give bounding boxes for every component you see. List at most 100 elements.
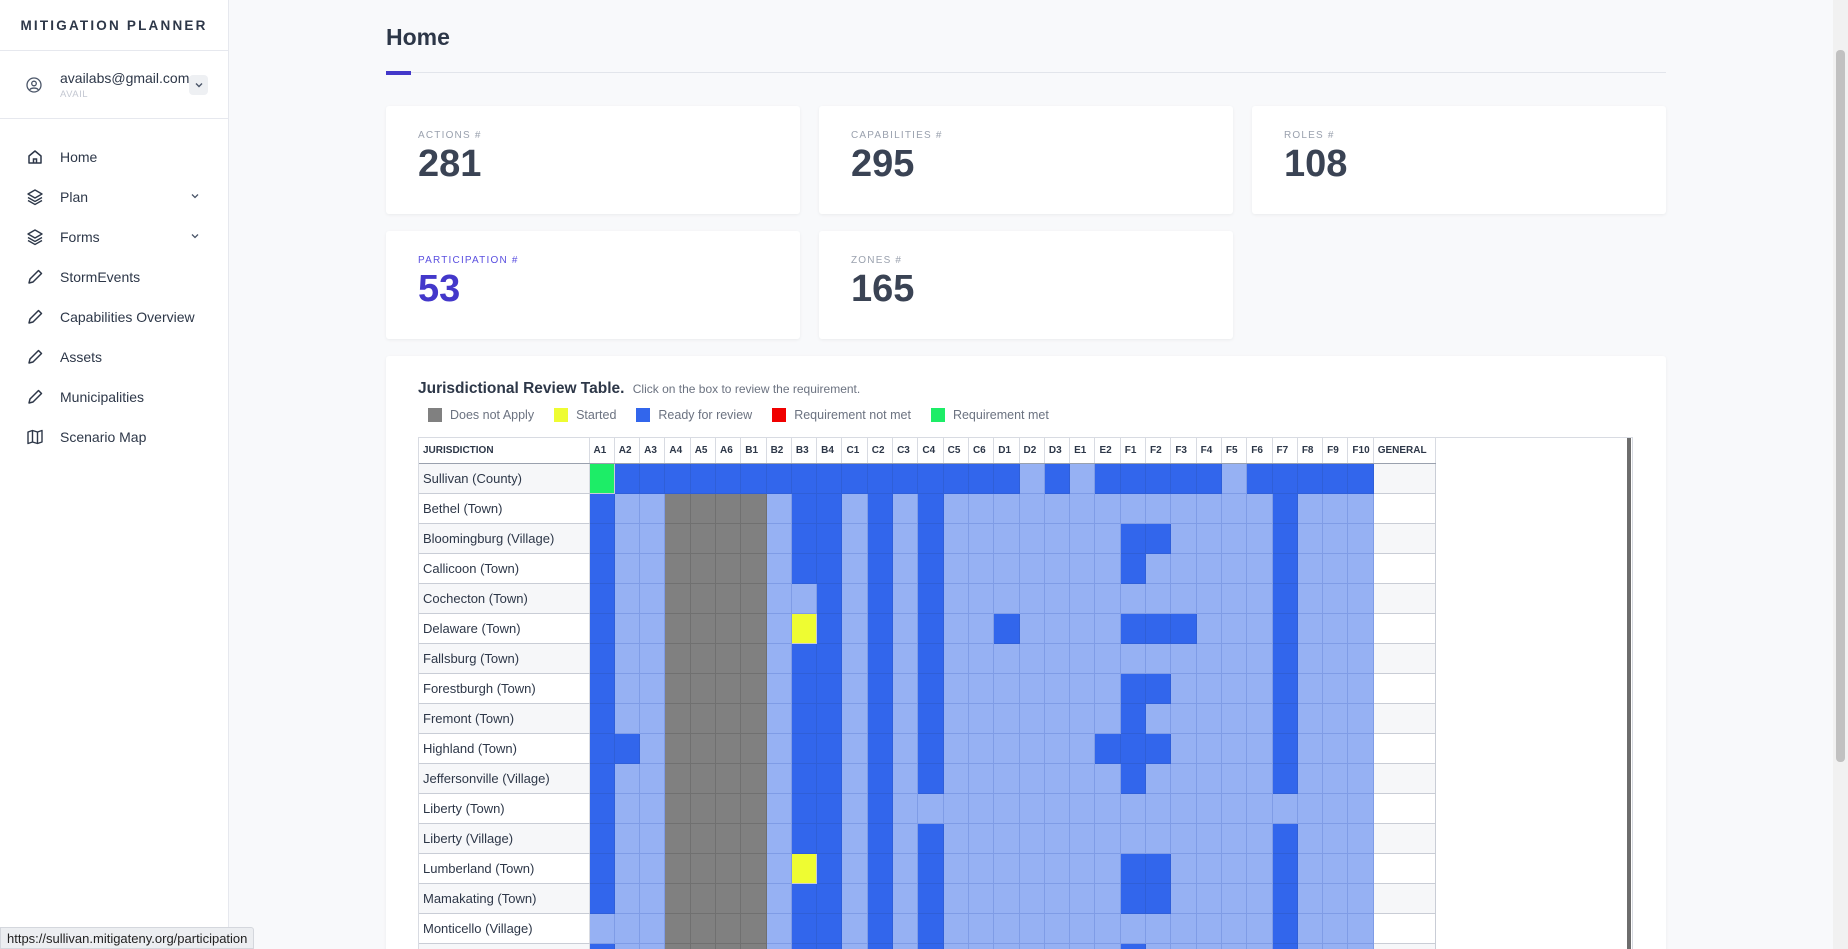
requirement-cell[interactable] [968, 463, 995, 494]
requirement-cell[interactable] [639, 703, 666, 734]
requirement-cell[interactable] [791, 883, 818, 914]
jurisdiction-name[interactable]: Bloomingburg (Village) [419, 523, 590, 554]
requirement-cell[interactable] [1019, 643, 1045, 674]
requirement-cell[interactable] [589, 793, 615, 824]
general-cell[interactable] [1372, 853, 1436, 884]
requirement-cell[interactable] [816, 823, 843, 854]
requirement-cell[interactable] [589, 523, 615, 554]
requirement-cell[interactable] [1120, 853, 1147, 884]
requirement-cell[interactable] [892, 823, 919, 854]
requirement-cell[interactable] [943, 523, 969, 554]
requirement-cell[interactable] [1145, 553, 1172, 584]
requirement-cell[interactable] [1221, 943, 1248, 949]
requirement-cell[interactable] [1170, 553, 1197, 584]
jurisdiction-name[interactable]: Monticello (Village) [419, 913, 590, 944]
requirement-cell[interactable] [1246, 703, 1273, 734]
sidebar-item-assets[interactable]: Assets [0, 337, 228, 377]
requirement-cell[interactable] [614, 793, 641, 824]
requirement-cell[interactable] [1272, 883, 1298, 914]
requirement-cell[interactable] [968, 913, 995, 944]
stat-card-capabilities[interactable]: CAPABILITIES # 295 [819, 106, 1233, 214]
requirement-cell[interactable] [690, 493, 716, 524]
requirement-cell[interactable] [1221, 613, 1248, 644]
requirement-cell[interactable] [892, 583, 919, 614]
requirement-cell[interactable] [639, 883, 666, 914]
requirement-cell[interactable] [740, 523, 767, 554]
requirement-cell[interactable] [943, 883, 969, 914]
requirement-cell[interactable] [1145, 583, 1172, 614]
requirement-cell[interactable] [1322, 613, 1349, 644]
requirement-cell[interactable] [690, 643, 716, 674]
requirement-cell[interactable] [1120, 463, 1147, 494]
requirement-cell[interactable] [993, 913, 1020, 944]
requirement-cell[interactable] [1145, 493, 1172, 524]
requirement-cell[interactable] [664, 493, 691, 524]
requirement-cell[interactable] [715, 853, 742, 884]
requirement-cell[interactable] [816, 553, 843, 584]
requirement-cell[interactable] [867, 733, 894, 764]
requirement-cell[interactable] [690, 853, 716, 884]
requirement-cell[interactable] [1120, 823, 1147, 854]
requirement-cell[interactable] [690, 613, 716, 644]
requirement-cell[interactable] [1120, 763, 1147, 794]
requirement-cell[interactable] [1044, 583, 1071, 614]
requirement-cell[interactable] [664, 673, 691, 704]
requirement-cell[interactable] [968, 853, 995, 884]
requirement-cell[interactable] [1196, 913, 1222, 944]
requirement-cell[interactable] [1170, 493, 1197, 524]
requirement-cell[interactable] [715, 943, 742, 949]
requirement-cell[interactable] [766, 493, 792, 524]
requirement-cell[interactable] [1069, 943, 1096, 949]
requirement-cell[interactable] [841, 613, 868, 644]
requirement-cell[interactable] [993, 493, 1020, 524]
requirement-cell[interactable] [614, 703, 641, 734]
requirement-cell[interactable] [1297, 763, 1324, 794]
requirement-cell[interactable] [1221, 493, 1248, 524]
requirement-cell[interactable] [1322, 463, 1349, 494]
requirement-cell[interactable] [1170, 883, 1197, 914]
requirement-cell[interactable] [1019, 583, 1045, 614]
requirement-cell[interactable] [841, 853, 868, 884]
requirement-cell[interactable] [1069, 823, 1096, 854]
stat-card-actions[interactable]: ACTIONS # 281 [386, 106, 800, 214]
requirement-cell[interactable] [740, 643, 767, 674]
requirement-cell[interactable] [1044, 913, 1071, 944]
requirement-cell[interactable] [1221, 553, 1248, 584]
requirement-cell[interactable] [766, 673, 792, 704]
requirement-cell[interactable] [1272, 553, 1298, 584]
requirement-cell[interactable] [841, 493, 868, 524]
requirement-cell[interactable] [1094, 583, 1121, 614]
requirement-cell[interactable] [766, 763, 792, 794]
requirement-cell[interactable] [841, 523, 868, 554]
requirement-cell[interactable] [1044, 793, 1071, 824]
requirement-cell[interactable] [917, 643, 944, 674]
requirement-cell[interactable] [1272, 943, 1298, 949]
requirement-cell[interactable] [664, 793, 691, 824]
requirement-cell[interactable] [1272, 613, 1298, 644]
general-cell[interactable] [1372, 703, 1436, 734]
requirement-cell[interactable] [1196, 793, 1222, 824]
requirement-cell[interactable] [1347, 673, 1374, 704]
requirement-cell[interactable] [614, 853, 641, 884]
requirement-cell[interactable] [1094, 613, 1121, 644]
requirement-cell[interactable] [993, 943, 1020, 949]
requirement-cell[interactable] [791, 523, 818, 554]
requirement-cell[interactable] [664, 943, 691, 949]
requirement-cell[interactable] [639, 643, 666, 674]
requirement-cell[interactable] [589, 613, 615, 644]
requirement-cell[interactable] [1069, 913, 1096, 944]
jurisdiction-name[interactable]: Cochecton (Town) [419, 583, 590, 614]
requirement-cell[interactable] [1069, 463, 1096, 494]
requirement-cell[interactable] [715, 643, 742, 674]
requirement-cell[interactable] [1221, 913, 1248, 944]
requirement-cell[interactable] [841, 583, 868, 614]
requirement-cell[interactable] [816, 673, 843, 704]
requirement-cell[interactable] [867, 463, 894, 494]
app-brand[interactable]: MITIGATION PLANNER [0, 0, 228, 51]
requirement-cell[interactable] [917, 763, 944, 794]
requirement-cell[interactable] [614, 943, 641, 949]
requirement-cell[interactable] [639, 613, 666, 644]
requirement-cell[interactable] [1069, 733, 1096, 764]
requirement-cell[interactable] [1120, 643, 1147, 674]
requirement-cell[interactable] [816, 793, 843, 824]
